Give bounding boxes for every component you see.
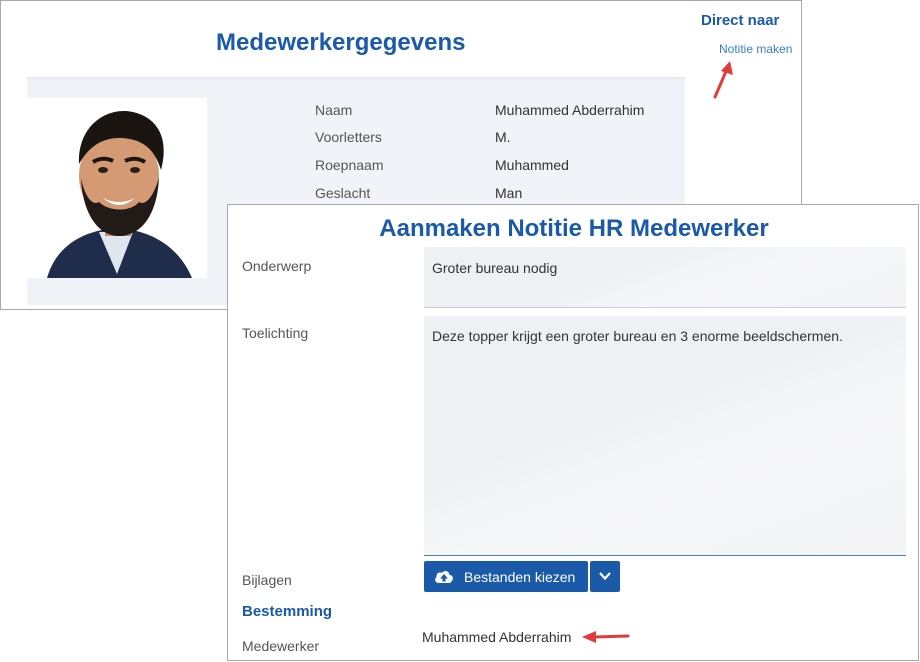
subject-value: Groter bureau nodig [432, 260, 558, 276]
choose-files-button[interactable]: Bestanden kiezen [424, 561, 588, 592]
choose-files-label: Bestanden kiezen [464, 569, 576, 585]
dialog-title: Aanmaken Notitie HR Medewerker [379, 215, 769, 242]
name-label: Naam [315, 102, 353, 118]
employee-photo [27, 98, 207, 278]
red-arrow-icon [582, 631, 630, 643]
page-title: Medewerkergegevens [216, 29, 466, 56]
create-note-dialog: Aanmaken Notitie HR Medewerker Onderwerp… [227, 204, 919, 661]
notes-textarea[interactable]: Deze topper krijgt een groter bureau en … [424, 316, 906, 556]
name-value: Muhammed Abderrahim [495, 102, 645, 118]
direct-to-heading: Direct naar [701, 12, 780, 29]
notes-value: Deze topper krijgt een groter bureau en … [432, 328, 843, 344]
initials-label: Voorletters [315, 129, 382, 145]
notes-label: Toelichting [242, 325, 309, 341]
gender-label: Geslacht [315, 185, 371, 201]
destination-heading: Bestemming [242, 603, 333, 620]
subject-label: Onderwerp [242, 258, 312, 274]
cloud-upload-icon [435, 570, 453, 583]
red-arrow-icon [713, 61, 733, 99]
nickname-value: Muhammed [495, 157, 569, 173]
chevron-down-icon [599, 572, 611, 581]
gender-value: Man [495, 185, 523, 201]
employee-value: Muhammed Abderrahim [422, 629, 572, 645]
create-note-link[interactable]: Notitie maken [719, 42, 792, 56]
initials-value: M. [495, 129, 511, 145]
attachments-label: Bijlagen [242, 572, 292, 588]
subject-input[interactable]: Groter bureau nodig [424, 247, 906, 308]
upload-options-dropdown[interactable] [590, 561, 620, 592]
nickname-label: Roepnaam [315, 157, 384, 173]
employee-label: Medewerker [242, 638, 320, 654]
